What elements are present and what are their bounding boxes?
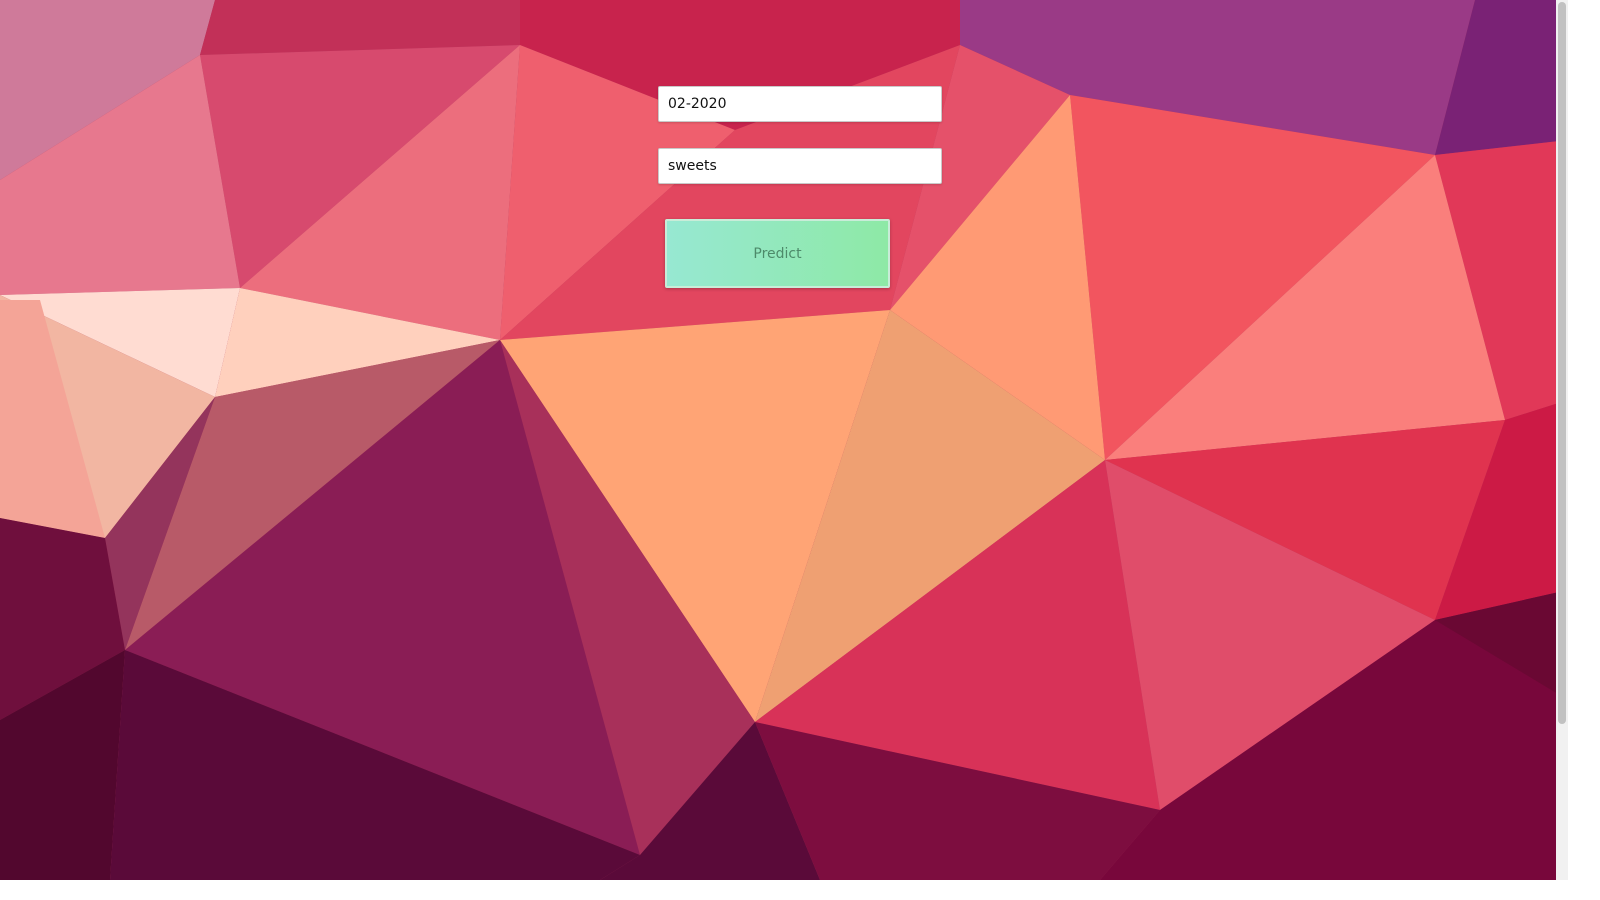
prediction-form: Predict: [0, 0, 1568, 880]
category-input[interactable]: [658, 148, 942, 184]
scrollbar-thumb[interactable]: [1558, 2, 1566, 724]
page-viewport: Predict: [0, 0, 1568, 880]
vertical-scrollbar[interactable]: [1556, 0, 1568, 880]
predict-button[interactable]: Predict: [665, 219, 890, 288]
date-input[interactable]: [658, 86, 942, 122]
page-bottom-strip: [0, 880, 1600, 900]
